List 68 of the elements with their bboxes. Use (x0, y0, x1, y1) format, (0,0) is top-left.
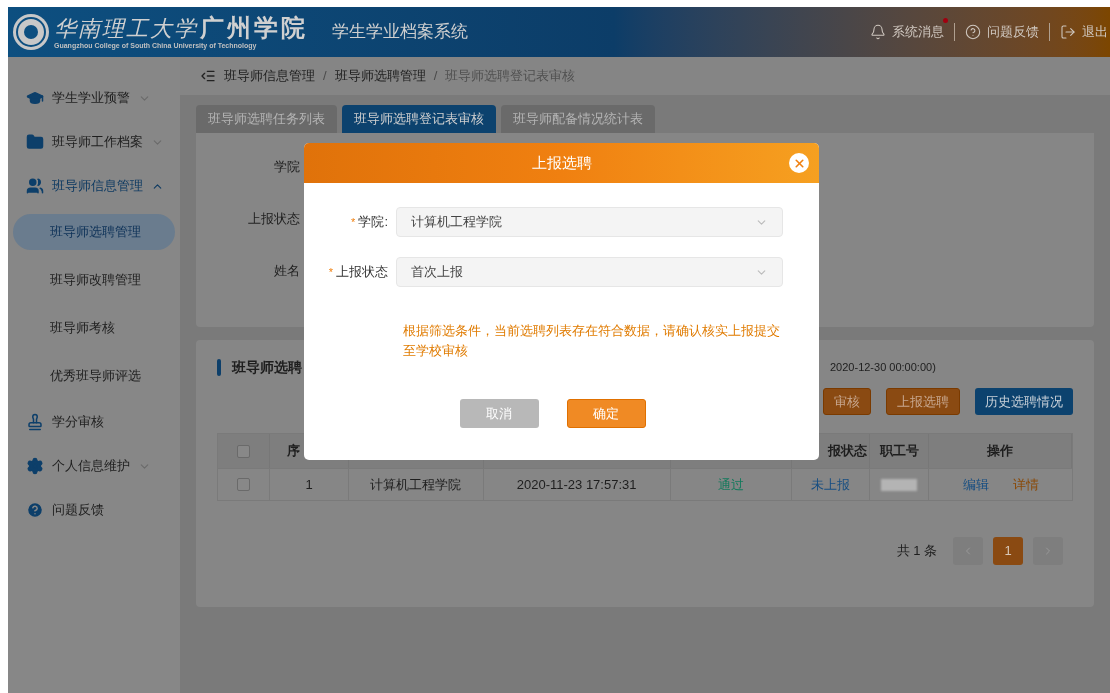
users-icon (26, 177, 44, 195)
total-count: 共 1 条 (896, 542, 937, 561)
toolbar-button[interactable]: 历史选聘情况 (975, 388, 1073, 415)
close-icon (792, 156, 806, 170)
close-button[interactable] (789, 153, 809, 173)
sidebar-menu-item[interactable]: 问题反馈 (8, 488, 180, 532)
sidebar-menu-item[interactable]: 个人信息维护 (8, 444, 180, 488)
date-note: 2020-12-30 00:00:00) (830, 359, 936, 375)
table-cell-text: 1 (305, 475, 313, 494)
header-action[interactable]: 问题反馈 (965, 22, 1039, 42)
sidebar-menu-item[interactable]: 班导师工作档案 (8, 120, 180, 164)
filter-label: 姓名 (274, 262, 300, 281)
sidebar-submenu-item[interactable]: 班导师考核 (13, 310, 175, 346)
filter-label: 上报状态 (248, 210, 300, 229)
row-action-link[interactable]: 编辑 (962, 474, 989, 495)
folder-icon (26, 133, 44, 151)
help-icon (26, 501, 44, 519)
title-accent-bar (217, 358, 221, 376)
sidebar-menu-item[interactable]: 班导师信息管理 (8, 164, 180, 208)
column-header: 报状态 (828, 442, 868, 461)
breadcrumb-link[interactable]: 班导师选聘管理 (334, 66, 426, 86)
gear-icon (26, 457, 44, 475)
toolbar-button[interactable]: 审核 (823, 388, 871, 415)
checkbox[interactable] (237, 478, 251, 491)
stamp-icon (26, 413, 44, 431)
column-header: 职工号 (879, 442, 919, 461)
field-label: 学院: (358, 213, 388, 232)
sidebar-submenu-item[interactable]: 班导师改聘管理 (13, 262, 175, 298)
dialog-message: 根据筛选条件，当前选聘列表存在符合数据，请确认核实上报提交至学校审核 (403, 322, 781, 360)
logo-name: 广州学院 (200, 15, 308, 40)
header-action[interactable]: 退出 (1060, 22, 1108, 42)
sidebar-submenu-item[interactable]: 班导师选聘管理 (13, 214, 175, 250)
graduation-cap-icon (26, 89, 44, 107)
required-mark: * (351, 214, 356, 230)
checkbox[interactable] (237, 444, 251, 458)
column-header: 操作 (987, 442, 1014, 461)
sidebar-submenu-item[interactable]: 优秀班导师评选 (13, 358, 175, 394)
tab[interactable]: 班导师选聘登记表审核 (342, 105, 496, 133)
collapse-menu-icon[interactable] (200, 68, 216, 84)
sidebar-menu-item[interactable]: 学分审核 (8, 400, 180, 444)
select-field[interactable]: 首次上报 (396, 257, 783, 287)
field-label: 上报状态 (336, 263, 388, 282)
status-text: 通过 (717, 475, 744, 494)
header-action[interactable]: 系统消息 (870, 22, 944, 42)
sidebar-menu-item[interactable]: 学生学业预警 (8, 76, 180, 120)
help-icon (965, 24, 981, 40)
bell-icon (870, 24, 886, 40)
table-cell-text: 2020-11-23 17:57:31 (516, 475, 637, 494)
list-title: 班导师选聘 (232, 357, 302, 377)
table-cell-text: 计算机工程学院 (370, 475, 462, 494)
dialog-button[interactable]: 确定 (566, 399, 646, 428)
breadcrumb-separator: / (433, 67, 438, 86)
emblem-icon (12, 13, 50, 51)
dialog-title: 上报选聘 (531, 152, 592, 173)
select-field[interactable]: 计算机工程学院 (396, 207, 783, 237)
system-title: 学生学业档案系统 (332, 21, 468, 44)
status-text: 未上报 (810, 475, 850, 494)
column-header: 序 (287, 442, 301, 461)
breadcrumb-link[interactable]: 班导师信息管理 (224, 66, 315, 86)
tab[interactable]: 班导师选聘任务列表 (196, 105, 337, 133)
redacted-block (881, 478, 918, 491)
toolbar-button[interactable]: 上报选聘 (886, 388, 960, 415)
breadcrumb-separator: / (323, 67, 327, 86)
tab[interactable]: 班导师配备情况统计表 (501, 105, 655, 133)
page-button[interactable]: 1 (993, 537, 1023, 565)
filter-label: 学院 (274, 158, 300, 177)
required-mark: * (328, 264, 333, 280)
logout-icon (1060, 24, 1076, 40)
